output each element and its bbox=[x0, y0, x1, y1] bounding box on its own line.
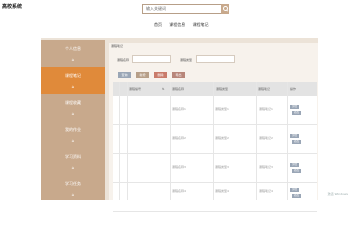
nav-item-courses[interactable]: 课程信息 bbox=[169, 22, 185, 27]
detail-button[interactable]: 详情 bbox=[290, 134, 299, 138]
sidebar-item-notes[interactable]: 课程笔记 ⌂ bbox=[41, 67, 105, 94]
sidebar-item-label: 学习任务 bbox=[65, 181, 81, 186]
cell-course-type: 课程类型3 bbox=[215, 165, 229, 169]
sidebar-item-label: 学习资料 bbox=[65, 154, 81, 159]
nav-item-notes[interactable]: 课程笔记 bbox=[193, 22, 209, 27]
header-actions: 操作 bbox=[290, 87, 297, 91]
edit-button[interactable]: 修改 bbox=[292, 140, 301, 144]
search-bar: 输入关键词 bbox=[142, 4, 229, 14]
course-name-input[interactable] bbox=[132, 55, 171, 63]
add-button[interactable]: 新增 bbox=[136, 72, 149, 78]
detail-button[interactable]: 详情 bbox=[290, 105, 299, 109]
cell-course-note: 课程笔记2 bbox=[259, 136, 273, 140]
cell-course-note: 课程笔记3 bbox=[259, 165, 273, 169]
header-course-id: 课程编号 bbox=[129, 87, 142, 91]
detail-button[interactable]: 详情 bbox=[290, 188, 299, 192]
cell-course-name: 课程名称4 bbox=[172, 189, 186, 193]
filter-label-course-type: 课程类型 bbox=[180, 58, 193, 62]
table-row: 课程名称3 课程类型3 课程笔记3 详情 修改 bbox=[113, 154, 317, 183]
watermark: 激活 Windows bbox=[327, 192, 348, 196]
search-button[interactable] bbox=[221, 4, 229, 14]
cell-course-type: 课程类型2 bbox=[215, 136, 229, 140]
assignment-icon: ⌂ bbox=[71, 138, 75, 143]
edit-button[interactable]: 修改 bbox=[292, 169, 301, 173]
cell-course-type: 课程类型4 bbox=[215, 189, 229, 193]
search-query-button[interactable]: 查询 bbox=[118, 72, 131, 78]
search-icon-handle bbox=[225, 9, 229, 12]
header-course-name: 课程名称 bbox=[172, 87, 185, 91]
cell-course-note: 课程笔记1 bbox=[259, 107, 273, 111]
delete-button[interactable]: 删除 bbox=[154, 72, 167, 78]
sidebar-item-label: 我的作业 bbox=[65, 127, 81, 132]
sidebar-item-tasks[interactable]: 学习任务 ⌂ bbox=[41, 175, 105, 202]
search-input[interactable]: 输入关键词 bbox=[142, 4, 226, 14]
sort-icon[interactable]: ⇅ bbox=[162, 87, 165, 91]
cell-course-type: 课程类型1 bbox=[215, 107, 229, 111]
note-icon: ⌂ bbox=[71, 84, 75, 89]
export-button[interactable]: 导出 bbox=[172, 72, 185, 78]
table-row: 课程名称1 课程类型1 课程笔记1 详情 修改 bbox=[113, 96, 317, 125]
table-row: 课程名称2 课程类型2 课程笔记2 详情 修改 bbox=[113, 125, 317, 154]
edit-button[interactable]: 修改 bbox=[292, 194, 301, 198]
bookmark-icon: ⌂ bbox=[71, 111, 75, 116]
sidebar-item-materials[interactable]: 学习资料 ⌂ bbox=[41, 148, 105, 175]
sidebar-item-label: 个人信息 bbox=[65, 46, 81, 51]
breadcrumb: 课程笔记 bbox=[111, 44, 124, 48]
sidebar-item-assignments[interactable]: 我的作业 ⌂ bbox=[41, 121, 105, 148]
sidebar-item-label: 课程笔记 bbox=[65, 73, 81, 78]
person-icon: ⌂ bbox=[71, 57, 75, 62]
app-brand: 高校系统 bbox=[2, 4, 23, 10]
task-icon: ⌂ bbox=[71, 192, 75, 197]
nav-item-home[interactable]: 首页 bbox=[154, 22, 162, 27]
cell-course-name: 课程名称2 bbox=[172, 136, 186, 140]
cell-course-note: 课程笔记4 bbox=[259, 189, 273, 193]
edit-button[interactable]: 修改 bbox=[292, 111, 301, 115]
sidebar: 个人信息 ⌂ 课程笔记 ⌂ 课程收藏 ⌂ 我的作业 ⌂ 学习资料 ⌂ 学习任务 … bbox=[41, 40, 105, 200]
sidebar-item-label: 课程收藏 bbox=[65, 100, 81, 105]
course-type-input[interactable] bbox=[196, 55, 235, 63]
header-course-type: 课程类型 bbox=[216, 87, 229, 91]
top-nav: 首页 课程信息 课程笔记 bbox=[154, 22, 215, 28]
cell-course-name: 课程名称3 bbox=[172, 165, 186, 169]
detail-button[interactable]: 详情 bbox=[290, 163, 299, 167]
cell-course-name: 课程名称1 bbox=[172, 107, 186, 111]
sidebar-item-profile[interactable]: 个人信息 ⌂ bbox=[41, 40, 105, 67]
sidebar-item-favorites[interactable]: 课程收藏 ⌂ bbox=[41, 94, 105, 121]
filter-label-course-name: 课程名称 bbox=[117, 58, 130, 62]
folder-icon: ⌂ bbox=[71, 165, 75, 170]
table-row: 课程名称4 课程类型4 课程笔记4 详情 修改 bbox=[113, 183, 317, 212]
header-course-note: 课程笔记 bbox=[258, 87, 271, 91]
